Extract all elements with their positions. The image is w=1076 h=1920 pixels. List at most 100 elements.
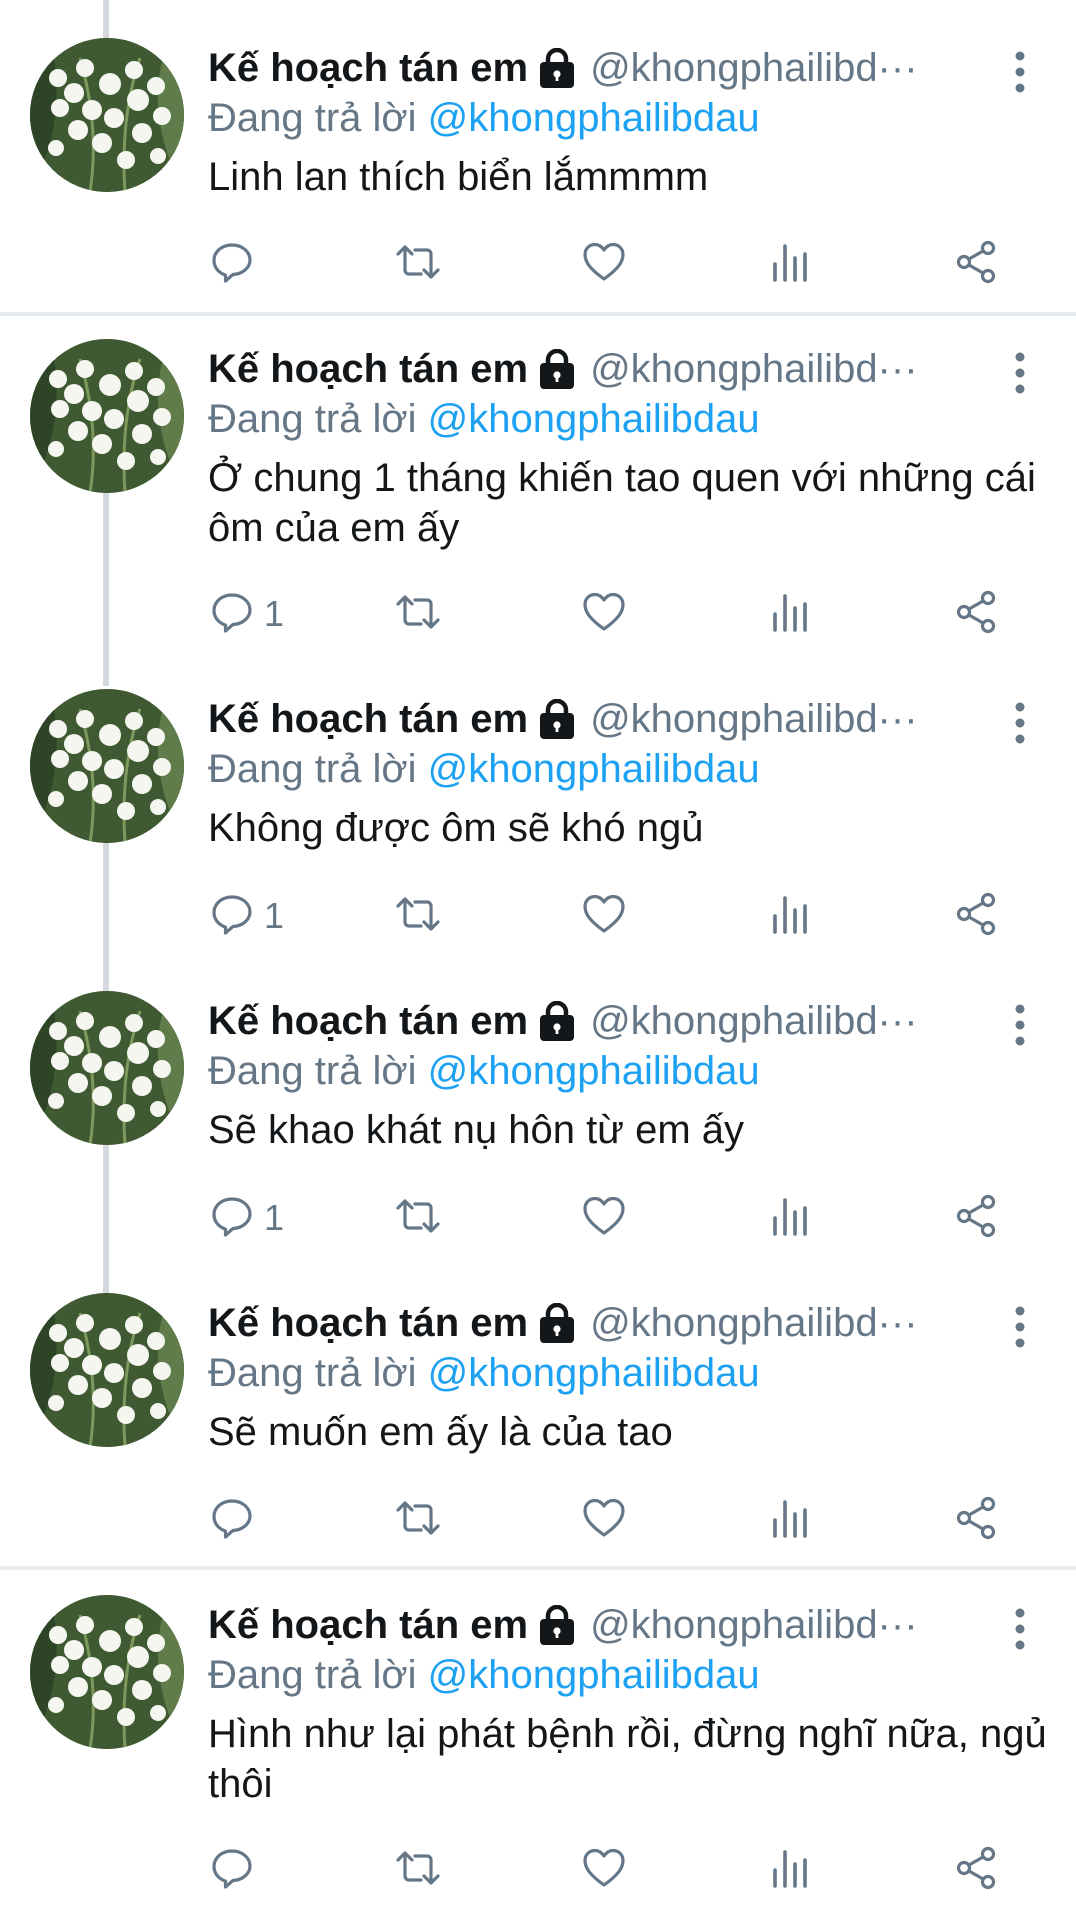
author-name[interactable]: Kế hoạch tán em (208, 1301, 528, 1346)
reply-to-mention[interactable]: @khongphailibdau (428, 1653, 760, 1697)
analytics-button[interactable] (766, 888, 814, 944)
analytics-icon (766, 1192, 814, 1245)
lily-of-the-valley-avatar-image (30, 991, 184, 1145)
lock-icon (538, 1000, 576, 1041)
retweet-icon (394, 1192, 442, 1245)
tweet-text: Linh lan thích biển lắmmmm (208, 155, 709, 199)
tweet-header: Kế hoạch tán em @khongphailibd··· (208, 993, 1028, 1049)
tweet[interactable]: Kế hoạch tán em @khongphailibd··· Đang t… (0, 1255, 1076, 1552)
lily-of-the-valley-avatar-image (30, 339, 184, 493)
author-name[interactable]: Kế hoạch tán em (208, 347, 528, 392)
tweet-actions: 1 (208, 1190, 1028, 1246)
more-vertical-icon[interactable] (1000, 1607, 1040, 1651)
replying-to-line: Đang trả lời @khongphailibdau (208, 1351, 760, 1396)
author-handle[interactable]: @khongphailibd··· (590, 1603, 917, 1648)
share-button[interactable] (952, 586, 1000, 642)
like-button[interactable] (580, 1190, 628, 1246)
retweet-button[interactable] (394, 236, 442, 292)
avatar[interactable] (30, 689, 184, 843)
retweet-icon (394, 588, 442, 641)
like-icon (580, 588, 628, 641)
reply-button[interactable]: 1 (208, 586, 284, 642)
tweet[interactable]: Kế hoạch tán em @khongphailibd··· Đang t… (0, 953, 1076, 1250)
replying-to-label: Đang trả lời (208, 747, 417, 791)
retweet-button[interactable] (394, 1190, 442, 1246)
reply-icon (208, 238, 256, 291)
share-button[interactable] (952, 236, 1000, 292)
like-button[interactable] (580, 236, 628, 292)
analytics-button[interactable] (766, 1492, 814, 1548)
replying-to-label: Đang trả lời (208, 397, 417, 441)
analytics-button[interactable] (766, 1190, 814, 1246)
like-button[interactable] (580, 888, 628, 944)
avatar[interactable] (30, 991, 184, 1145)
like-button[interactable] (580, 586, 628, 642)
retweet-button[interactable] (394, 1492, 442, 1548)
retweet-button[interactable] (394, 1842, 442, 1898)
reply-count: 1 (264, 1197, 285, 1238)
replying-to-line: Đang trả lời @khongphailibdau (208, 397, 760, 442)
author-name[interactable]: Kế hoạch tán em (208, 46, 528, 91)
share-button[interactable] (952, 1190, 1000, 1246)
share-button[interactable] (952, 1492, 1000, 1548)
reply-button[interactable] (208, 1842, 264, 1898)
more-vertical-icon[interactable] (1000, 50, 1040, 94)
author-name[interactable]: Kế hoạch tán em (208, 697, 528, 742)
tweet[interactable]: Kế hoạch tán em @khongphailibd··· Đang t… (0, 301, 1076, 646)
tweet[interactable]: Kế hoạch tán em @khongphailibd··· Đang t… (0, 1557, 1076, 1902)
reply-to-mention[interactable]: @khongphailibdau (428, 397, 760, 441)
tweet[interactable]: Kế hoạch tán em @khongphailibd··· Đang t… (0, 651, 1076, 948)
replying-to-label: Đang trả lời (208, 96, 417, 140)
analytics-button[interactable] (766, 586, 814, 642)
replying-to-line: Đang trả lời @khongphailibdau (208, 1049, 760, 1094)
lily-of-the-valley-avatar-image (30, 1293, 184, 1447)
tweet-actions: 1 (208, 586, 1028, 642)
lock-icon (538, 1302, 576, 1343)
share-icon (952, 238, 1000, 291)
reply-button[interactable] (208, 236, 264, 292)
reply-to-mention[interactable]: @khongphailibdau (428, 747, 760, 791)
like-icon (580, 1192, 628, 1245)
analytics-button[interactable] (766, 1842, 814, 1898)
reply-icon (208, 890, 256, 943)
author-handle[interactable]: @khongphailibd··· (590, 347, 917, 392)
retweet-button[interactable] (394, 586, 442, 642)
reply-button[interactable] (208, 1492, 264, 1548)
author-handle[interactable]: @khongphailibd··· (590, 1301, 917, 1346)
author-name[interactable]: Kế hoạch tán em (208, 1603, 528, 1648)
tweet-actions (208, 1842, 1028, 1898)
analytics-icon (766, 1494, 814, 1547)
like-button[interactable] (580, 1842, 628, 1898)
analytics-icon (766, 890, 814, 943)
like-button[interactable] (580, 1492, 628, 1548)
more-vertical-icon[interactable] (1000, 351, 1040, 395)
retweet-button[interactable] (394, 888, 442, 944)
author-handle[interactable]: @khongphailibd··· (590, 999, 917, 1044)
reply-button[interactable]: 1 (208, 1190, 284, 1246)
author-name[interactable]: Kế hoạch tán em (208, 999, 528, 1044)
avatar[interactable] (30, 38, 184, 192)
author-handle[interactable]: @khongphailibd··· (590, 46, 917, 91)
avatar[interactable] (30, 1293, 184, 1447)
reply-button[interactable]: 1 (208, 888, 284, 944)
share-button[interactable] (952, 888, 1000, 944)
tweet-header: Kế hoạch tán em @khongphailibd··· (208, 1295, 1028, 1351)
tweet-actions (208, 236, 1028, 292)
avatar[interactable] (30, 1595, 184, 1749)
avatar[interactable] (30, 339, 184, 493)
like-icon (580, 1494, 628, 1547)
share-icon (952, 588, 1000, 641)
more-vertical-icon[interactable] (1000, 1305, 1040, 1349)
reply-to-mention[interactable]: @khongphailibdau (428, 1049, 760, 1093)
reply-to-mention[interactable]: @khongphailibdau (428, 1351, 760, 1395)
tweet-header: Kế hoạch tán em @khongphailibd··· (208, 691, 1028, 747)
analytics-button[interactable] (766, 236, 814, 292)
more-vertical-icon[interactable] (1000, 701, 1040, 745)
more-vertical-icon[interactable] (1000, 1003, 1040, 1047)
reply-to-mention[interactable]: @khongphailibdau (428, 96, 760, 140)
tweet[interactable]: Kế hoạch tán em @khongphailibd··· Đang t… (0, 0, 1076, 296)
share-button[interactable] (952, 1842, 1000, 1898)
retweet-icon (394, 1494, 442, 1547)
author-handle[interactable]: @khongphailibd··· (590, 697, 917, 742)
tweet-text: Hình như lại phát bệnh rồi, đừng nghĩ nữ… (208, 1712, 1047, 1806)
